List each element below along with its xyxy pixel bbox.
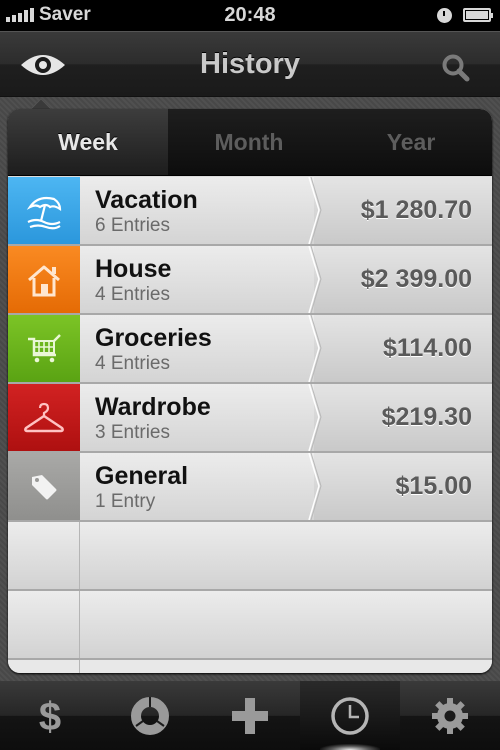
- category-list: Vacation 6 Entries $1 280.70 House 4 Ent…: [8, 177, 492, 673]
- category-color: [8, 246, 80, 313]
- chevron-divider-icon: [308, 246, 322, 313]
- battery-icon: [463, 8, 493, 22]
- screen: Saver 20:48 History Week Month Year Vaca…: [0, 0, 500, 750]
- tab-week[interactable]: Week: [8, 109, 168, 175]
- category-row-general[interactable]: General 1 Entry $15.00: [8, 453, 492, 522]
- category-row-groceries[interactable]: Groceries 4 Entries $114.00: [8, 315, 492, 384]
- category-color: [8, 453, 80, 520]
- category-name: General: [95, 462, 189, 490]
- empty-row: [8, 522, 492, 591]
- category-row-wardrobe[interactable]: Wardrobe 3 Entries $219.30: [8, 384, 492, 453]
- status-time: 20:48: [224, 4, 276, 26]
- tab-settings[interactable]: [400, 681, 500, 750]
- shopping-cart-icon: [28, 333, 61, 362]
- chevron-divider-icon: [308, 453, 322, 520]
- category-entries: 4 Entries: [95, 353, 170, 374]
- category-color: [8, 177, 80, 244]
- house-icon: [28, 265, 60, 296]
- gear-icon: [432, 697, 468, 734]
- status-bar: Saver 20:48: [0, 0, 500, 31]
- category-amount: $15.00: [395, 472, 472, 500]
- category-amount: $1 280.70: [360, 196, 472, 224]
- tab-statistics[interactable]: [100, 681, 200, 750]
- empty-row: [8, 660, 492, 673]
- category-name: House: [95, 255, 172, 283]
- category-body: Groceries 4 Entries $114.00: [80, 315, 492, 382]
- category-color: [8, 315, 80, 382]
- category-name: Groceries: [95, 324, 212, 352]
- category-row-house[interactable]: House 4 Entries $2 399.00: [8, 246, 492, 315]
- hanger-icon: [24, 402, 64, 432]
- dollar-icon: $: [39, 695, 61, 737]
- category-body: Vacation 6 Entries $1 280.70: [80, 177, 492, 244]
- donut-chart-icon: [131, 696, 169, 735]
- category-row-vacation[interactable]: Vacation 6 Entries $1 280.70: [8, 177, 492, 246]
- category-name: Wardrobe: [95, 393, 211, 421]
- tab-month[interactable]: Month: [168, 109, 330, 175]
- search-icon: [442, 54, 470, 82]
- category-name: Vacation: [95, 186, 198, 214]
- category-color: [8, 384, 80, 451]
- tab-history[interactable]: [300, 681, 400, 750]
- alarm-icon: [437, 8, 452, 23]
- category-body: General 1 Entry $15.00: [80, 453, 492, 520]
- tab-expenses[interactable]: $: [0, 681, 100, 750]
- nav-bar: History: [0, 31, 500, 97]
- svg-text:$: $: [39, 695, 61, 737]
- search-button[interactable]: [440, 52, 472, 84]
- category-amount: $2 399.00: [360, 265, 472, 293]
- plus-icon: [232, 697, 268, 734]
- category-body: House 4 Entries $2 399.00: [80, 246, 492, 313]
- tab-add[interactable]: [200, 681, 300, 750]
- history-panel: Week Month Year Vacation 6 Entries $1 28…: [8, 109, 492, 673]
- period-tabs: Week Month Year: [8, 109, 492, 176]
- category-body: Wardrobe 3 Entries $219.30: [80, 384, 492, 451]
- category-amount: $114.00: [383, 334, 472, 362]
- category-entries: 1 Entry: [95, 491, 156, 512]
- beach-umbrella-icon: [26, 196, 62, 229]
- tag-icon: [32, 474, 57, 499]
- tab-year[interactable]: Year: [330, 109, 492, 175]
- page-title: History: [200, 48, 300, 80]
- chevron-divider-icon: [308, 315, 322, 382]
- category-entries: 3 Entries: [95, 422, 170, 443]
- chevron-divider-icon: [308, 177, 322, 244]
- empty-row: [8, 591, 492, 660]
- chevron-divider-icon: [308, 384, 322, 451]
- category-entries: 4 Entries: [95, 284, 170, 305]
- category-entries: 6 Entries: [95, 215, 170, 236]
- category-amount: $219.30: [381, 403, 472, 431]
- clock-icon: [331, 696, 369, 735]
- tab-bar: $: [0, 681, 500, 750]
